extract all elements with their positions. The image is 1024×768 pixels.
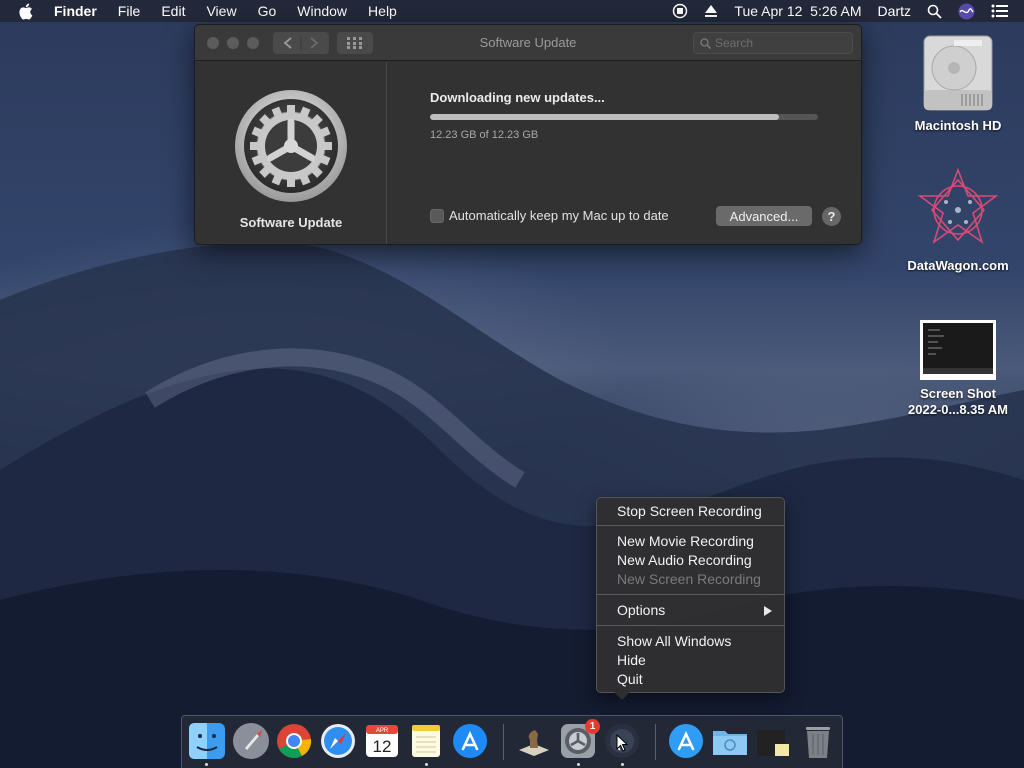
menu-view[interactable]: View (206, 3, 236, 19)
apple-menu-icon[interactable] (18, 3, 36, 20)
running-indicator (205, 763, 208, 766)
menu-separator (597, 625, 784, 626)
menu-item-quit[interactable]: Quit (617, 670, 643, 689)
safari-icon[interactable] (319, 722, 357, 760)
datawagon-label: DataWagon.com (907, 258, 1009, 273)
app-store-downloads-icon[interactable] (667, 722, 705, 760)
auto-update-option[interactable]: Automatically keep my Mac up to date (430, 208, 669, 223)
desktop-icon-datawagon[interactable]: DataWagon.com (898, 168, 1018, 274)
finder-icon[interactable] (188, 722, 226, 760)
user-name[interactable]: Dartz (878, 3, 911, 19)
software-update-gear-icon (233, 88, 349, 204)
desktop-icon-screenshot[interactable]: Screen Shot 2022-0...8.35 AM (898, 320, 1018, 418)
mouse-cursor-icon (616, 734, 628, 752)
menu-edit[interactable]: Edit (161, 3, 185, 19)
notification-center-icon[interactable] (991, 4, 1008, 18)
running-indicator (577, 763, 580, 766)
dock: APR 12 (181, 715, 843, 768)
menu-item-new-audio-recording[interactable]: New Audio Recording (617, 551, 752, 570)
advanced-button[interactable]: Advanced... (716, 206, 812, 226)
datawagon-logo-icon (917, 168, 999, 245)
auto-update-label[interactable]: Automatically keep my Mac up to date (449, 208, 669, 223)
chrome-icon[interactable] (275, 722, 313, 760)
submenu-arrow-icon (764, 606, 772, 616)
spotlight-search-icon[interactable] (927, 4, 942, 19)
downloads-folder-icon[interactable] (711, 722, 749, 760)
menu-item-show-all-windows[interactable]: Show All Windows (617, 632, 731, 651)
menu-help[interactable]: Help (368, 3, 397, 19)
running-indicator (621, 763, 624, 766)
dock-context-menu: Stop Screen Recording New Movie Recordin… (596, 497, 785, 700)
menu-item-new-screen-recording: New Screen Recording (617, 571, 761, 587)
screenshot-label: Screen Shot 2022-0...8.35 AM (898, 386, 1018, 418)
search-input[interactable] (715, 36, 845, 50)
menu-separator (597, 594, 784, 595)
window-titlebar[interactable]: Software Update (195, 25, 861, 61)
eject-icon[interactable] (704, 4, 718, 18)
running-indicator (425, 763, 428, 766)
siri-icon[interactable] (958, 3, 975, 20)
app-store-icon[interactable] (451, 722, 489, 760)
desktop-icon-macintosh-hd[interactable]: Macintosh HD (898, 34, 1018, 134)
menu-bar: Finder File Edit View Go Window Help Tue… (0, 0, 1024, 22)
download-status-text: Downloading new updates... (430, 90, 605, 105)
search-field[interactable] (693, 32, 853, 54)
screenshot-thumbnail-icon (920, 320, 996, 380)
menu-file[interactable]: File (118, 3, 141, 19)
help-button[interactable]: ? (822, 207, 841, 226)
calendar-icon[interactable]: APR 12 (363, 722, 401, 760)
menu-pointer (614, 692, 630, 700)
download-progress-bar (430, 114, 818, 120)
menu-window[interactable]: Window (297, 3, 347, 19)
dock-separator (655, 724, 656, 760)
menu-finder[interactable]: Finder (54, 3, 97, 19)
stop-recording-icon[interactable] (672, 3, 688, 19)
trash-icon[interactable] (799, 722, 837, 760)
launchpad-icon[interactable] (232, 722, 270, 760)
auto-update-checkbox[interactable] (430, 208, 444, 223)
dock-separator (503, 724, 504, 760)
menu-item-options[interactable]: Options (617, 601, 665, 620)
menu-go[interactable]: Go (258, 3, 277, 19)
notification-badge: 1 (585, 719, 600, 734)
clock-text[interactable]: Tue Apr 12 5:26 AM (734, 3, 861, 19)
menu-separator (597, 525, 784, 526)
software-update-window: Software Update Search Software Update D… (194, 24, 862, 245)
chess-icon[interactable] (515, 722, 553, 760)
menu-item-hide[interactable]: Hide (617, 651, 646, 670)
menu-extras: Tue Apr 12 5:26 AM Dartz (672, 0, 1024, 22)
menu-item-stop-screen-recording[interactable]: Stop Screen Recording (617, 502, 762, 521)
hard-drive-icon (923, 35, 993, 111)
notes-icon[interactable] (407, 722, 445, 760)
document-stack-icon[interactable] (755, 722, 793, 760)
search-icon (700, 37, 711, 49)
menu-item-new-movie-recording[interactable]: New Movie Recording (617, 532, 754, 551)
calendar-day: 12 (373, 737, 392, 756)
calendar-month: APR (376, 728, 389, 734)
sidebar-label: Software Update (239, 215, 343, 230)
screenshot-label-line2: 2022-0...8.35 AM (908, 402, 1008, 417)
screenshot-label-line1: Screen Shot (920, 386, 996, 401)
sidebar: Software Update (195, 62, 387, 244)
progress-fill (430, 114, 780, 120)
macintosh-hd-label: Macintosh HD (914, 118, 1002, 133)
download-size-text: 12.23 GB of 12.23 GB (430, 129, 539, 141)
